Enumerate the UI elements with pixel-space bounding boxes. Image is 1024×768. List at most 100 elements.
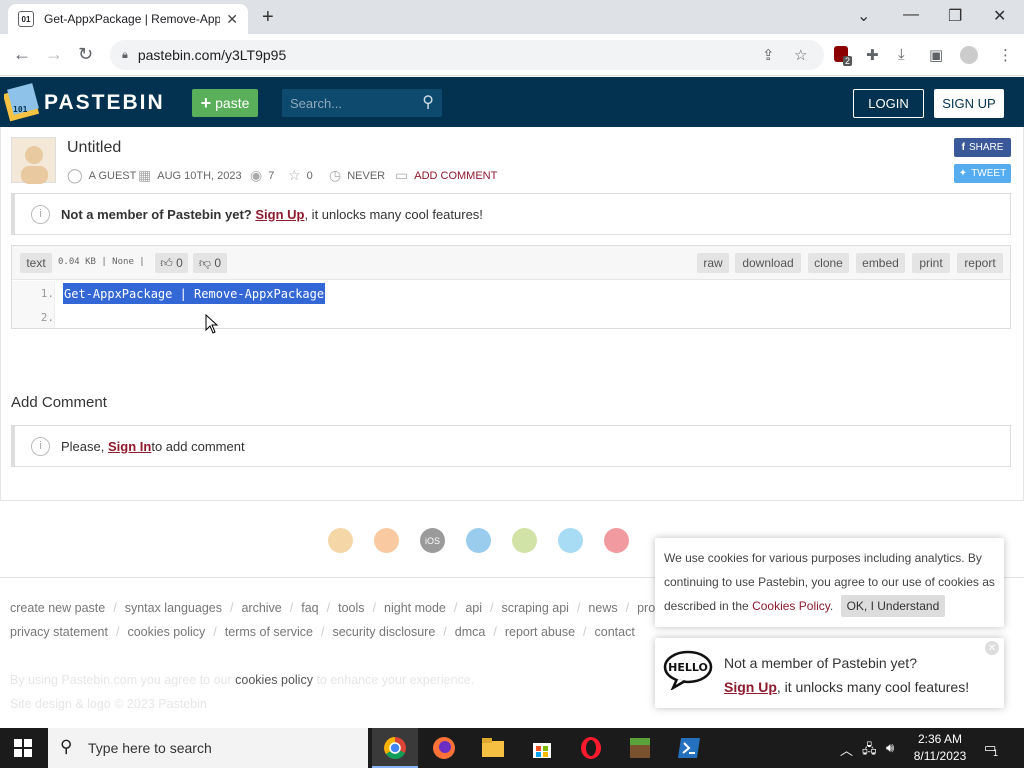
tray-chevron-icon[interactable]: ︿ (840, 740, 853, 759)
footer-links-row2: privacy statement / cookies policy / terms… (10, 625, 635, 639)
facebook-icon: f (961, 142, 965, 153)
window-close-icon[interactable]: ✕ (993, 6, 1006, 26)
chrome-taskbar-icon[interactable] (382, 735, 408, 761)
side-panel-icon[interactable]: ▣ (929, 46, 943, 64)
footer-link[interactable]: report abuse (505, 625, 575, 639)
windows-app-icon[interactable] (466, 528, 491, 553)
footer-link[interactable]: archive (241, 601, 281, 615)
profile-avatar-icon[interactable] (960, 46, 978, 68)
footer-link[interactable]: syntax languages (125, 601, 222, 615)
url-bar[interactable]: 🔒︎ pastebin.com/y3LT9p95 (110, 40, 824, 70)
cookie-policy-link[interactable]: cookies policy (235, 673, 313, 687)
extensions-puzzle-icon[interactable]: ✚ (866, 46, 879, 64)
facebook-share-button[interactable]: f SHARE (954, 138, 1011, 157)
footer-link[interactable]: cookies policy (127, 625, 205, 639)
footer-link[interactable]: terms of service (225, 625, 313, 639)
bookmark-star-icon[interactable]: ☆ (794, 46, 807, 64)
code-info: 0.04 KB | None | (58, 257, 145, 267)
notification-icon[interactable]: ▭ 1 (984, 740, 998, 758)
chrome-app-icon[interactable] (328, 528, 353, 553)
android-app-icon[interactable] (512, 528, 537, 553)
chrome-menu-icon[interactable]: ⋮ (998, 46, 1013, 64)
footer-link[interactable]: security disclosure (332, 625, 435, 639)
new-tab-icon[interactable]: + (262, 6, 274, 29)
dislike-button[interactable]: 👎︎ 0 (193, 253, 227, 273)
store-taskbar-icon[interactable] (529, 735, 555, 761)
minecraft-taskbar-icon[interactable] (627, 735, 653, 761)
raw-button[interactable]: raw (697, 253, 729, 273)
cookies-policy-link[interactable]: Cookies Policy (752, 599, 830, 613)
report-button[interactable]: report (957, 253, 1003, 273)
footer-link[interactable]: news (588, 601, 617, 615)
footer-link[interactable]: scraping api (502, 601, 569, 615)
footer-link[interactable]: create new paste (10, 601, 105, 615)
browser-tab[interactable]: 01 Get-AppxPackage | Remove-App ✕ (8, 4, 248, 34)
restore-icon[interactable]: ❐ (948, 6, 962, 26)
reload-icon[interactable]: ↻ (78, 44, 93, 65)
cookie-accept-button[interactable]: OK, I Understand (840, 595, 946, 617)
add-comment-link[interactable]: ▭ ADD COMMENT (395, 167, 497, 184)
info-icon: i (31, 436, 50, 456)
site-search-input[interactable]: Search... ⚲ (282, 89, 442, 117)
cookie-popup-text: We use cookies for various purposes incl… (664, 551, 995, 613)
opera-taskbar-icon[interactable] (578, 735, 604, 761)
download-button[interactable]: download (735, 253, 801, 273)
file-explorer-taskbar-icon[interactable] (480, 735, 506, 761)
signin-notice-pre: Please, (61, 438, 105, 454)
ublock-extension-icon[interactable]: 2 (834, 46, 853, 66)
back-icon[interactable]: ← (13, 44, 31, 65)
syntax-tag[interactable]: text (20, 253, 52, 273)
share-page-icon[interactable]: ⇪ (762, 46, 775, 64)
opera-app-icon[interactable] (604, 528, 629, 553)
member-signup-link[interactable]: Sign Up (255, 207, 304, 222)
brand-name[interactable]: PASTEBIN (44, 91, 165, 115)
footer-link[interactable]: privacy statement (10, 625, 108, 639)
twitter-tweet-button[interactable]: ✦ TWEET (954, 164, 1011, 183)
mac-app-icon[interactable] (558, 528, 583, 553)
signup-button[interactable]: SIGN UP (934, 89, 1004, 118)
network-icon[interactable]: 🖧︎ (862, 740, 877, 762)
footer-link[interactable]: dmca (455, 625, 486, 639)
views-count: 7 (268, 169, 275, 182)
pastebin-logo-icon[interactable]: 101 (4, 82, 40, 122)
tab-search-chevron-icon[interactable]: ⌄ (857, 6, 870, 26)
hello-signup-link[interactable]: Sign Up (724, 679, 777, 695)
footer-link[interactable]: tools (338, 601, 364, 615)
volume-icon[interactable]: 🔊︎ (886, 740, 894, 756)
footer-link[interactable]: night mode (384, 601, 446, 615)
signin-link[interactable]: Sign In (108, 439, 151, 454)
mouse-cursor-icon (205, 314, 219, 334)
clone-button[interactable]: clone (808, 253, 849, 273)
url-text: pastebin.com/y3LT9p95 (137, 47, 287, 63)
taskbar-search-box[interactable]: ⚲ Type here to search (48, 728, 368, 768)
powershell-taskbar-icon[interactable] (676, 735, 702, 761)
new-paste-button[interactable]: + paste (192, 89, 258, 117)
firefox-taskbar-icon[interactable] (431, 735, 457, 761)
add-comment-label: ADD COMMENT (414, 169, 498, 182)
download-icon[interactable]: ⤓ (898, 46, 905, 63)
minimize-icon[interactable]: — (903, 6, 919, 24)
plus-icon: + (200, 92, 212, 113)
tweet-label: TWEET (971, 168, 1007, 179)
windows-start-icon[interactable] (14, 739, 32, 757)
footer-link[interactable]: faq (301, 601, 318, 615)
search-icon[interactable]: ⚲ (422, 92, 434, 112)
code-line-selected[interactable]: Get-AppxPackage | Remove-AppxPackage (63, 283, 326, 304)
footer-link[interactable]: api (465, 601, 482, 615)
close-tab-icon[interactable]: ✕ (226, 11, 238, 28)
print-button[interactable]: print (912, 253, 950, 273)
taskbar-clock[interactable]: 2:36 AM 8/11/2023 (908, 731, 972, 765)
ios-app-icon[interactable]: iOS (420, 528, 445, 553)
paste-stars[interactable]: ☆ 0 (288, 167, 313, 184)
firefox-app-icon[interactable] (374, 528, 399, 553)
footer-link[interactable]: pro (637, 601, 655, 615)
app-icons-row: iOS (328, 528, 629, 553)
popup-close-icon[interactable]: ✕ (985, 641, 999, 655)
thumbs-up-icon: 👍︎ (160, 255, 173, 270)
paste-author[interactable]: ◯ A GUEST (67, 167, 136, 184)
login-button[interactable]: LOGIN (853, 89, 924, 118)
embed-button[interactable]: embed (856, 253, 905, 273)
like-button[interactable]: 👍︎ 0 (155, 253, 188, 273)
footer-link[interactable]: contact (595, 625, 635, 639)
forward-icon[interactable]: → (45, 44, 63, 65)
